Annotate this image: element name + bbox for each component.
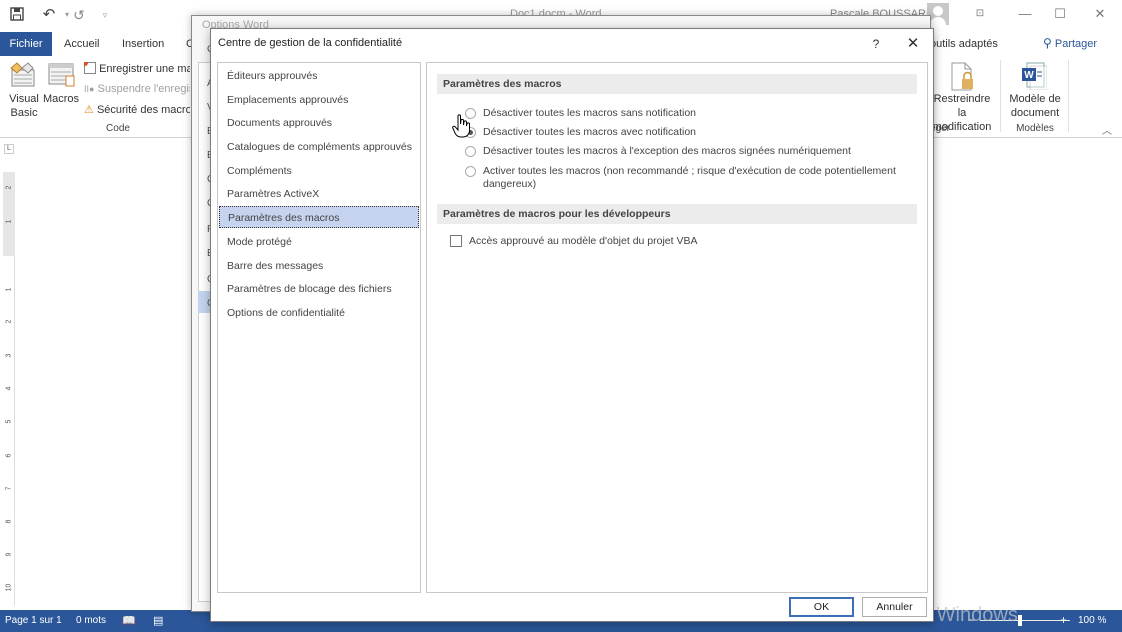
tab-insert[interactable]: Insertion	[122, 32, 164, 56]
nav-trusted-publishers[interactable]: Éditeurs approuvés	[219, 65, 419, 87]
word-count[interactable]: 0 mots	[76, 615, 106, 626]
nav-message-bar[interactable]: Barre des messages	[219, 255, 419, 277]
proofing-icon[interactable]: 📖	[122, 614, 136, 627]
ruler-number: 1	[5, 219, 13, 224]
tab-selector[interactable]: L	[4, 144, 14, 154]
ruler-number: 7	[5, 486, 13, 491]
macros-icon	[47, 62, 77, 88]
visual-basic-icon	[8, 62, 38, 88]
cancel-button[interactable]: Annuler	[862, 597, 927, 617]
undo-icon[interactable]: ↶	[40, 6, 58, 24]
share-button[interactable]: ⚲ Partager	[1043, 36, 1097, 50]
restrict-editing-icon	[950, 62, 976, 92]
person-add-icon: ⚲	[1043, 36, 1052, 50]
radio-label: Désactiver toutes les macros avec notifi…	[483, 126, 697, 138]
templates-group-label: Modèles	[1016, 123, 1054, 134]
tab-tell-me[interactable]: outils adaptés	[930, 32, 998, 56]
ruler-number: 9	[5, 552, 13, 557]
code-group-label: Code	[106, 123, 130, 134]
pause-recording-label: Suspendre l'enregis	[97, 83, 191, 95]
warning-icon: ⚠	[84, 104, 94, 116]
ruler-number: 8	[5, 519, 13, 524]
macro-record-status-icon[interactable]: ▤	[153, 614, 163, 627]
trust-center-dialog: Centre de gestion de la confidentialité …	[210, 28, 934, 622]
ribbon-separator	[1068, 60, 1069, 132]
save-icon[interactable]	[8, 6, 26, 24]
close-dialog-button[interactable]: ✕	[903, 34, 923, 54]
collapse-ribbon-icon[interactable]: ︿	[1102, 122, 1112, 137]
checkbox-label: Accès approuvé au modèle d'objet du proj…	[469, 235, 698, 247]
hand-cursor-icon	[452, 114, 472, 138]
radio-label: Désactiver toutes les macros sans notifi…	[483, 107, 697, 119]
close-window-icon[interactable]: ✕	[1085, 4, 1115, 24]
dialog-title: Centre de gestion de la confidentialité	[218, 37, 403, 49]
macro-settings-heading: Paramètres des macros	[437, 74, 917, 94]
restrict-label-1: Restreindre la	[933, 93, 991, 119]
ruler-number: 2	[5, 185, 13, 190]
nav-trusted-documents[interactable]: Documents approuvés	[219, 112, 419, 134]
macros-button[interactable]: Macros	[42, 92, 80, 106]
nav-trusted-locations[interactable]: Emplacements approuvés	[219, 89, 419, 111]
radio-label: Activer toutes les macros (non recommand…	[483, 165, 896, 190]
word-template-icon: W	[1021, 62, 1048, 91]
template-label-2: document	[1010, 107, 1060, 119]
page-count[interactable]: Page 1 sur 1	[5, 615, 62, 626]
svg-text:W: W	[1024, 70, 1034, 81]
redo-icon[interactable]: ↺	[70, 6, 88, 24]
ruler-number: 10	[5, 583, 13, 592]
macro-security-button[interactable]: ⚠ Sécurité des macros	[84, 103, 190, 116]
zoom-level[interactable]: 100 %	[1078, 615, 1106, 626]
nav-trusted-addin-catalogs[interactable]: Catalogues de compléments approuvés	[219, 136, 419, 158]
trust-center-nav: Éditeurs approuvés Emplacements approuvé…	[217, 62, 421, 593]
pause-recording-button: II● Suspendre l'enregis	[84, 83, 190, 95]
maximize-icon[interactable]: ☐	[1045, 4, 1075, 24]
visual-basic-label-2: Basic	[10, 107, 38, 119]
radio-button[interactable]	[465, 146, 476, 157]
radio-label: Désactiver toutes les macros à l'excepti…	[483, 145, 851, 157]
zoom-slider-thumb[interactable]	[1018, 615, 1022, 626]
help-button[interactable]: ?	[866, 34, 886, 54]
vba-access-checkbox[interactable]	[450, 235, 462, 247]
radio-button[interactable]	[465, 166, 476, 177]
developer-settings-heading: Paramètres de macros pour les développeu…	[437, 204, 917, 224]
nav-privacy-options[interactable]: Options de confidentialité	[219, 302, 419, 324]
visual-basic-button[interactable]: Visual Basic	[4, 92, 44, 120]
ruler-number: 1	[5, 287, 13, 292]
nav-macro-settings[interactable]: Paramètres des macros	[219, 206, 419, 228]
record-macro-label: Enregistrer une mac	[99, 63, 190, 75]
ruler-number: 2	[5, 319, 13, 324]
nav-protected-view[interactable]: Mode protégé	[219, 231, 419, 253]
customize-qat-icon[interactable]: ▿	[96, 6, 114, 24]
ruler-number: 6	[5, 453, 13, 458]
ruler-number: 3	[5, 353, 13, 358]
tab-home[interactable]: Accueil	[64, 32, 99, 56]
nav-addins[interactable]: Compléments	[219, 160, 419, 182]
nav-activex-settings[interactable]: Paramètres ActiveX	[219, 183, 419, 205]
template-label-1: Modèle de	[1009, 93, 1061, 105]
pause-icon: II●	[84, 84, 95, 94]
zoom-in-button[interactable]: +	[1060, 613, 1067, 627]
ruler-number: 4	[5, 386, 13, 391]
record-macro-button[interactable]: Enregistrer une mac	[84, 62, 190, 75]
visual-basic-label-1: Visual	[9, 93, 39, 105]
ribbon-display-options-icon[interactable]: ⊡	[965, 4, 995, 24]
nav-file-block-settings[interactable]: Paramètres de blocage des fichiers	[219, 278, 419, 300]
document-template-button[interactable]: Modèle de document	[1005, 92, 1065, 120]
ok-button[interactable]: OK	[789, 597, 854, 617]
macro-security-label: Sécurité des macros	[96, 104, 190, 116]
trust-center-content: Paramètres des macros Désactiver toutes …	[426, 62, 928, 593]
minimize-icon[interactable]: —	[1010, 4, 1040, 24]
share-label: Partager	[1054, 38, 1098, 50]
ribbon-separator	[1000, 60, 1001, 132]
tab-file[interactable]: Fichier	[0, 32, 52, 56]
ruler-number: 5	[5, 419, 13, 424]
record-macro-icon	[84, 62, 96, 74]
vertical-ruler: 2 1 1 2 3 4 5 6 7 8 9 10	[3, 172, 15, 606]
